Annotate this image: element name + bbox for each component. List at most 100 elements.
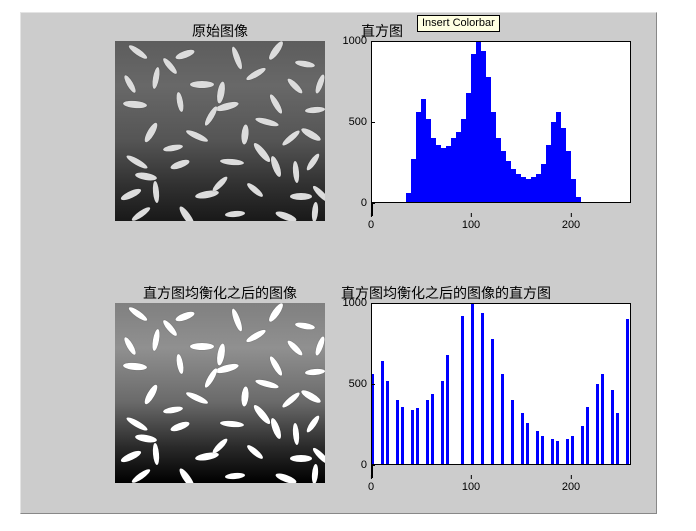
rice-grain [281,391,302,410]
rice-grain [241,386,250,407]
hist-bar [596,384,599,465]
rice-grain [185,128,209,144]
hist-bar [611,390,614,465]
rice-grain [151,67,161,90]
rice-grain [305,106,325,114]
rice-grain [305,152,321,172]
rice-grain [190,81,214,88]
rice-grain [295,321,316,330]
rice-grain [267,303,285,324]
image-equalized [115,303,325,483]
rice-grain [286,339,304,357]
rice-grain [203,105,219,127]
xtick-label: 200 [562,217,580,231]
rice-grain [152,443,160,465]
rice-grain [274,209,297,221]
rice-grain [177,467,196,483]
hist-bar [556,441,559,465]
hist-bar [446,355,449,465]
hist-bars [371,41,631,203]
rice-grain [245,66,267,82]
rice-grain [267,41,285,62]
hist-bar [601,374,604,465]
rice-grain [255,378,280,390]
hist-bar [526,423,529,465]
hist-bar [381,361,384,465]
rice-grain [169,158,190,171]
ytick-label: 0 [361,459,371,471]
rice-grain [190,343,214,350]
hist-bar [481,313,484,465]
hist-bar [401,407,404,465]
hist-bar [501,374,504,465]
rice-grain [151,329,161,352]
axes-original-hist: 050010000100200 [371,41,631,203]
rice-grain [127,43,148,61]
ytick-label: 500 [349,378,371,390]
hist-bar [491,339,494,465]
rice-grain [311,202,319,221]
rice-grain [174,48,195,61]
rice-grain [220,158,244,166]
subplot-equalized-image: 直方图均衡化之后的图像 [115,303,325,483]
rice-grain [311,446,325,466]
rice-grain [175,92,184,113]
rice-grain [130,467,151,483]
rice-grain [185,390,209,406]
rice-grain [120,449,143,465]
xtick-label: 100 [462,479,480,493]
hist-bar [566,439,569,465]
rice-grain [130,205,151,221]
rice-grain [216,343,227,366]
rice-grain [274,471,297,483]
hist-bar [461,316,464,465]
rice-grain [125,415,149,432]
rice-grain [255,116,280,128]
rice-grain [177,205,196,221]
hist-bar [576,197,581,203]
rice-grain [220,420,244,428]
rice-grain [311,184,325,204]
hist-bar [536,431,539,465]
rice-grain [230,308,244,333]
rice-grain [122,336,137,356]
rice-grain [211,437,229,455]
rice-grain [305,368,325,376]
subplot-original-image: 原始图像 [115,41,325,221]
hist-bar [411,410,414,465]
ytick-label: 500 [349,116,371,128]
rice-grain [314,74,325,95]
rice-grain [269,155,283,178]
xtick-label: 0 [368,217,374,231]
hist-bar [581,426,584,465]
colorbar [371,466,373,478]
rice-grain [305,414,321,434]
hist-bar [371,374,374,465]
title-equalized-image: 直方图均衡化之后的图像 [75,283,365,303]
image-original [115,41,325,221]
tooltip-insert-colorbar: Insert Colorbar [417,15,500,32]
hist-bar [426,400,429,465]
hist-bar [586,407,589,465]
xtick-label: 100 [462,217,480,231]
rice-grain [268,93,284,115]
rice-grain [300,388,323,405]
rice-grain [268,355,284,377]
rice-grain [292,161,300,183]
ytick-label: 0 [361,197,371,209]
image-grains [115,41,325,221]
colorbar [371,204,373,216]
rice-grain [295,59,316,68]
rice-grain [127,305,148,323]
rice-grain [123,362,148,371]
rice-grain [314,336,325,357]
rice-grain [203,367,219,389]
rice-grain [290,193,312,200]
rice-grain [122,74,137,94]
hist-bar [551,439,554,465]
xtick-label: 0 [368,479,374,493]
rice-grain [225,472,245,480]
hist-bar [396,400,399,465]
hist-bar [431,394,434,465]
matlab-figure: Insert Colorbar 原始图像 直方图均衡化之后的图像 直方图 050… [20,12,657,514]
